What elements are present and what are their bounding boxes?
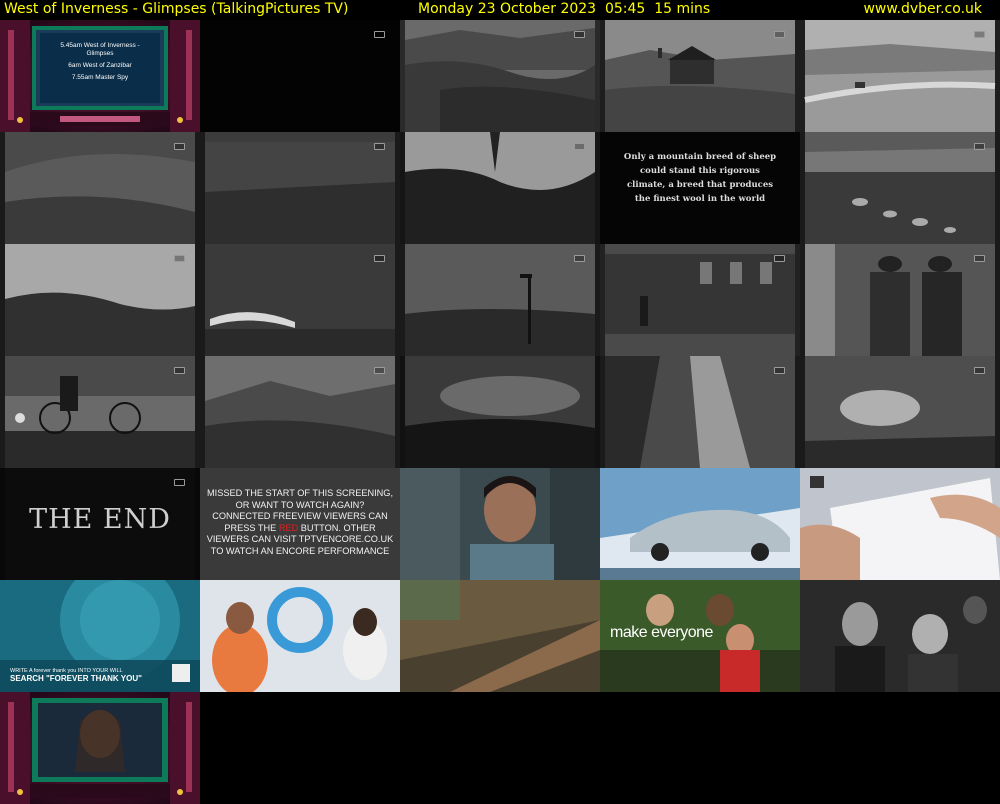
cinema-schedule-text: 5.45am West of Inverness - Glimpses 6am … [48, 42, 152, 86]
channel-logo-icon [974, 255, 985, 262]
frame-farmhouse[interactable] [600, 20, 800, 132]
channel-logo-icon [974, 367, 985, 374]
frame-tree-silhouette[interactable] [400, 132, 600, 244]
frame-black[interactable] [200, 20, 400, 132]
red-button-label: RED [278, 522, 299, 533]
channel-logo-icon [374, 31, 385, 38]
channel-logo-icon [574, 255, 585, 262]
frame-sheep-field[interactable] [800, 132, 1000, 244]
frame-dark-sky[interactable] [400, 356, 600, 468]
channel-logo-icon [174, 143, 185, 150]
site-link[interactable]: www.dvber.co.uk [863, 0, 982, 19]
channel-logo-icon [174, 367, 185, 374]
frame-grass-bank[interactable] [0, 132, 200, 244]
frame-ad-will[interactable]: WRITE A forever thank you INTO YOUR WILL… [0, 580, 200, 692]
header-bar: West of Inverness - Glimpses (TalkingPic… [0, 0, 1000, 20]
channel-logo-icon [774, 367, 785, 374]
frame-train-forest[interactable] [200, 244, 400, 356]
frame-heather-moor[interactable] [200, 132, 400, 244]
channel-logo-icon [374, 255, 385, 262]
make-everyone-text: make everyone [610, 624, 713, 641]
schedule-item: 5.45am West of Inverness - Glimpses [60, 42, 140, 57]
frame-ad-lifebuoy[interactable] [200, 580, 400, 692]
channel-logo-icon [974, 143, 985, 150]
end-title: THE END [29, 504, 171, 535]
channel-logo-icon [374, 143, 385, 150]
channel-logo-icon [174, 479, 185, 486]
will-ad-big: SEARCH "FOREVER THANK YOU" [10, 674, 142, 683]
frame-moorland-valley[interactable] [400, 20, 600, 132]
frame-ad-aerial[interactable] [400, 580, 600, 692]
frame-cinema-monster[interactable] [0, 692, 200, 804]
channel-logo-icon [774, 31, 785, 38]
frame-misty-hills[interactable] [0, 244, 200, 356]
channel-logo-icon [574, 143, 585, 150]
schedule-item: 7.55am Master Spy [71, 74, 129, 81]
broadcast-datetime: Monday 23 October 2023 05:45 15 mins [418, 1, 711, 17]
frame-ad-man-phone[interactable] [400, 468, 600, 580]
frame-bw-crowd[interactable] [800, 580, 1000, 692]
channel-logo-icon [174, 255, 185, 262]
encore-message: MISSED THE START OF THIS SCREENING, OR W… [206, 488, 394, 557]
frame-ad-car[interactable] [600, 468, 800, 580]
schedule-item: 6am West of Zanzibar [68, 62, 132, 69]
frame-two-men[interactable] [800, 244, 1000, 356]
channel-logo-icon [774, 255, 785, 262]
frame-railway-carriage[interactable] [600, 244, 800, 356]
frame-signal-post[interactable] [400, 244, 600, 356]
intertitle-text: Only a mountain breed of sheep could sta… [623, 152, 777, 204]
frame-road-cart[interactable] [800, 20, 1000, 132]
frame-waterfall[interactable] [600, 356, 800, 468]
channel-logo-icon [974, 31, 985, 38]
frame-intertitle[interactable]: Only a mountain breed of sheep could sta… [600, 132, 800, 244]
frame-encore-promo[interactable]: MISSED THE START OF THIS SCREENING, OR W… [200, 468, 400, 580]
channel-logo-icon [374, 367, 385, 374]
frame-ad-make-everyone[interactable]: make everyone [600, 580, 800, 692]
frame-cloud-mist[interactable] [800, 356, 1000, 468]
frame-the-end[interactable]: THE END [0, 468, 200, 580]
frame-mountain-loch[interactable] [200, 356, 400, 468]
frame-cinema-schedule[interactable]: 5.45am West of Inverness - Glimpses 6am … [0, 20, 200, 132]
frame-ad-writing[interactable] [800, 468, 1000, 580]
frame-bicycle[interactable] [0, 356, 200, 468]
will-ad-text: WRITE A forever thank you INTO YOUR WILL… [10, 668, 170, 683]
programme-title: West of Inverness - Glimpses (TalkingPic… [4, 1, 349, 17]
channel-logo-icon [574, 31, 585, 38]
